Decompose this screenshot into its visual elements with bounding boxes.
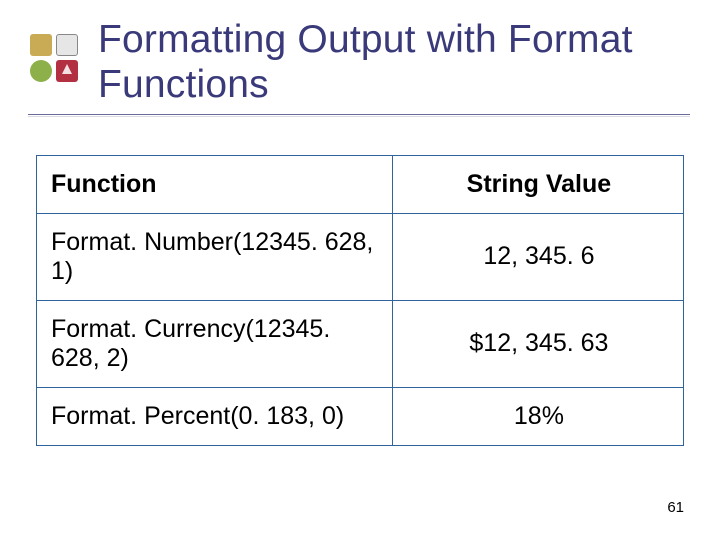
col-header-function: Function <box>37 155 393 213</box>
format-table: Function String Value Format. Number(123… <box>36 155 684 446</box>
col-header-value: String Value <box>392 155 683 213</box>
cell-function: Format. Number(12345. 628, 1) <box>37 213 393 300</box>
cell-function: Format. Currency(12345. 628, 2) <box>37 300 393 387</box>
table: Function String Value Format. Number(123… <box>36 155 684 446</box>
cell-value: $12, 345. 63 <box>392 300 683 387</box>
page-title: Formatting Output with Format Functions <box>98 18 690 108</box>
slide: Formatting Output with Format Functions … <box>0 0 720 540</box>
cell-value: 12, 345. 6 <box>392 213 683 300</box>
table-row: Format. Currency(12345. 628, 2) $12, 345… <box>37 300 684 387</box>
table-row: Format. Number(12345. 628, 1) 12, 345. 6 <box>37 213 684 300</box>
cell-function: Format. Percent(0. 183, 0) <box>37 387 393 445</box>
title-underline <box>28 114 690 115</box>
table-row: Format. Percent(0. 183, 0) 18% <box>37 387 684 445</box>
header: Formatting Output with Format Functions <box>0 0 720 108</box>
page-number: 61 <box>667 499 684 516</box>
table-header-row: Function String Value <box>37 155 684 213</box>
cell-value: 18% <box>392 387 683 445</box>
logo-icon <box>28 32 80 84</box>
